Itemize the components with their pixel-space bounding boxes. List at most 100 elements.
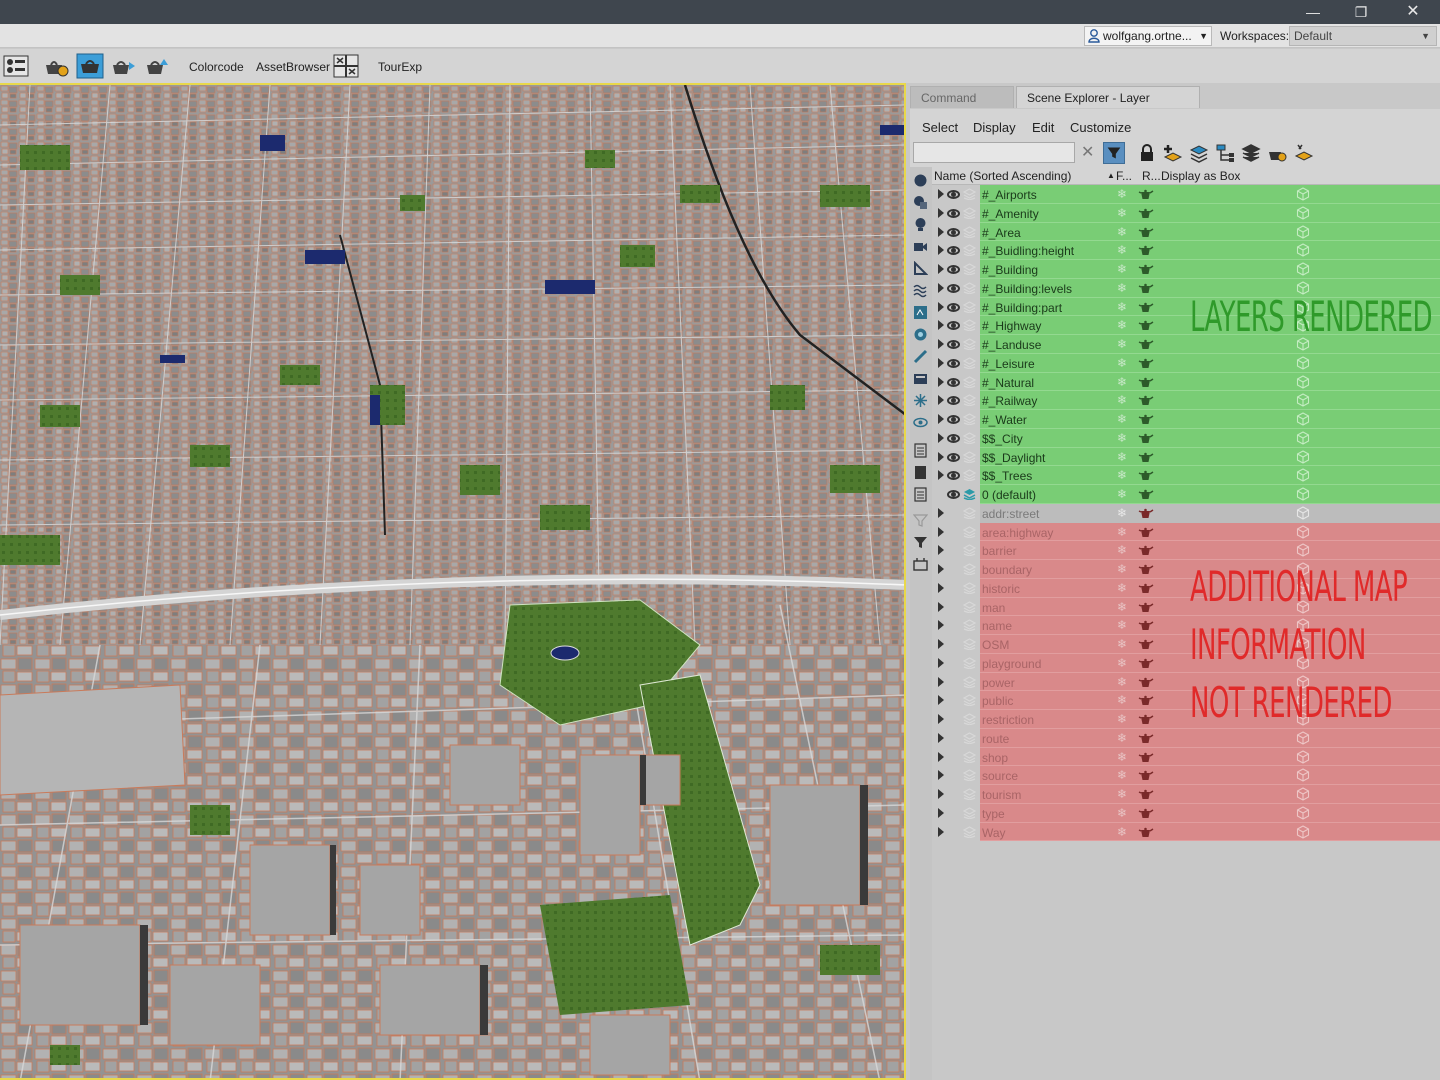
layer-name[interactable]: public: [982, 694, 1013, 708]
menu-display[interactable]: Display: [973, 120, 1016, 135]
expand-arrow-icon[interactable]: [938, 695, 944, 706]
layer-row[interactable]: #_Amenity ❄: [932, 203, 1440, 223]
renderable-teapot-icon[interactable]: [1138, 432, 1154, 444]
freeze-snowflake-icon[interactable]: ❄: [1117, 225, 1127, 239]
expand-arrow-icon[interactable]: [938, 676, 944, 687]
layer-row[interactable]: source ❄: [932, 766, 1440, 785]
expand-arrow-icon[interactable]: [938, 545, 944, 556]
visibility-eye-icon[interactable]: [947, 415, 960, 424]
visibility-eye-icon[interactable]: [947, 752, 960, 762]
display-as-box-icon[interactable]: [1296, 431, 1310, 445]
display-as-box-icon[interactable]: [1296, 806, 1310, 820]
expand-arrow-icon[interactable]: [938, 601, 944, 612]
display-as-box-icon[interactable]: [1296, 524, 1310, 539]
visibility-eye-icon[interactable]: [947, 677, 960, 687]
hidden-filter-icon[interactable]: [913, 415, 928, 430]
renderable-teapot-icon[interactable]: [1138, 788, 1154, 800]
renderable-teapot-icon[interactable]: [1138, 751, 1154, 763]
layer-name[interactable]: man: [982, 601, 1005, 615]
layer-name[interactable]: #_Buidling:height: [982, 244, 1074, 258]
expand-arrow-icon[interactable]: [938, 732, 944, 743]
freeze-snowflake-icon[interactable]: ❄: [1117, 506, 1127, 520]
freeze-snowflake-icon[interactable]: ❄: [1117, 337, 1127, 351]
layer-name[interactable]: $$_City: [982, 432, 1023, 446]
workspace-select[interactable]: Default ▼: [1289, 26, 1437, 46]
renderable-teapot-icon[interactable]: [1138, 357, 1154, 369]
search-input[interactable]: [913, 142, 1075, 163]
display-as-box-icon[interactable]: [1296, 787, 1310, 801]
render-frame-icon[interactable]: [76, 53, 104, 79]
layer-row[interactable]: tourism ❄: [932, 785, 1440, 804]
layer-name[interactable]: #_Water: [982, 413, 1027, 427]
expand-arrow-icon[interactable]: [938, 639, 944, 649]
expand-arrow-icon[interactable]: [938, 357, 944, 368]
visibility-eye-icon[interactable]: [947, 283, 960, 293]
layer-row[interactable]: route ❄: [932, 728, 1440, 748]
renderable-teapot-icon[interactable]: [1138, 638, 1154, 650]
tour-grid-icon[interactable]: [332, 53, 360, 79]
visibility-eye-icon[interactable]: [947, 508, 960, 518]
layer-tea-icon[interactable]: [1266, 142, 1288, 164]
freeze-snowflake-icon[interactable]: ❄: [1117, 468, 1127, 482]
renderable-teapot-icon[interactable]: [1138, 394, 1154, 406]
visibility-eye-icon[interactable]: [947, 696, 960, 706]
display-as-box-icon[interactable]: [1296, 224, 1310, 239]
layer-name[interactable]: #_Area: [982, 226, 1021, 240]
expand-arrow-icon[interactable]: [938, 470, 944, 481]
freeze-snowflake-icon[interactable]: ❄: [1117, 618, 1127, 632]
display-as-box-icon[interactable]: [1296, 356, 1310, 370]
layer-row[interactable]: 0 (default) ❄: [932, 485, 1440, 504]
expand-arrow-icon[interactable]: [938, 526, 944, 537]
freeze-snowflake-icon[interactable]: ❄: [1117, 262, 1127, 276]
display-as-box-icon[interactable]: [1296, 262, 1310, 276]
renderable-teapot-icon[interactable]: [1138, 769, 1154, 781]
filter-off-icon[interactable]: [913, 513, 928, 528]
layer-name[interactable]: $$_Daylight: [982, 451, 1045, 465]
visibility-eye-icon[interactable]: [947, 340, 960, 349]
freeze-snowflake-icon[interactable]: ❄: [1117, 806, 1127, 820]
layer-name[interactable]: #_Airports: [982, 188, 1037, 202]
freeze-snowflake-icon[interactable]: ❄: [1117, 281, 1127, 295]
layer-name[interactable]: Way: [982, 826, 1006, 840]
freeze-snowflake-icon[interactable]: ❄: [1117, 787, 1127, 801]
visibility-eye-icon[interactable]: [947, 208, 960, 218]
renderable-teapot-icon[interactable]: [1138, 507, 1154, 519]
layer-row[interactable]: Way ❄: [932, 822, 1440, 842]
visibility-eye-icon[interactable]: [947, 790, 960, 799]
freeze-snowflake-icon[interactable]: ❄: [1117, 731, 1127, 745]
layer-name[interactable]: #_Railway: [982, 394, 1037, 408]
visibility-eye-icon[interactable]: [947, 302, 960, 312]
layer-row[interactable]: #_Railway ❄: [932, 391, 1440, 410]
expand-arrow-icon[interactable]: [938, 657, 944, 668]
clear-search-icon[interactable]: ✕: [1081, 142, 1094, 162]
menu-customize[interactable]: Customize: [1070, 120, 1131, 135]
freeze-snowflake-icon[interactable]: ❄: [1117, 300, 1127, 314]
display-as-box-icon[interactable]: [1296, 468, 1310, 482]
expand-arrow-icon[interactable]: [938, 826, 944, 837]
expand-arrow-icon[interactable]: [938, 245, 944, 256]
expand-arrow-icon[interactable]: [938, 376, 944, 387]
freeze-snowflake-icon[interactable]: ❄: [1117, 393, 1127, 407]
container-list-icon[interactable]: [913, 557, 928, 572]
spacewarps-filter-icon[interactable]: [913, 283, 928, 298]
3d-viewport[interactable]: [0, 83, 906, 1080]
display-as-box-icon[interactable]: [1296, 206, 1310, 220]
freeze-snowflake-icon[interactable]: ❄: [1117, 637, 1127, 651]
bones-filter-icon[interactable]: [913, 349, 928, 364]
layer-name[interactable]: #_Building: [982, 263, 1038, 277]
layer-name[interactable]: #_Natural: [982, 376, 1034, 390]
display-as-box-icon[interactable]: [1296, 393, 1310, 407]
layer-name[interactable]: area:highway: [982, 526, 1053, 540]
renderable-teapot-icon[interactable]: [1138, 282, 1154, 294]
renderable-teapot-icon[interactable]: [1138, 582, 1154, 594]
layer-name[interactable]: barrier: [982, 544, 1017, 558]
column-display-as-box[interactable]: Display as Box: [1161, 167, 1240, 185]
colorcode-button[interactable]: Colorcode: [189, 60, 244, 74]
render-iterative-icon[interactable]: [144, 53, 172, 79]
renderable-teapot-icon[interactable]: [1138, 807, 1154, 819]
freeze-snowflake-icon[interactable]: ❄: [1117, 450, 1127, 464]
layer-name[interactable]: shop: [982, 751, 1008, 765]
cameras-filter-icon[interactable]: [913, 239, 928, 254]
display-as-box-icon[interactable]: [1296, 824, 1310, 839]
display-as-box-icon[interactable]: [1296, 543, 1310, 557]
